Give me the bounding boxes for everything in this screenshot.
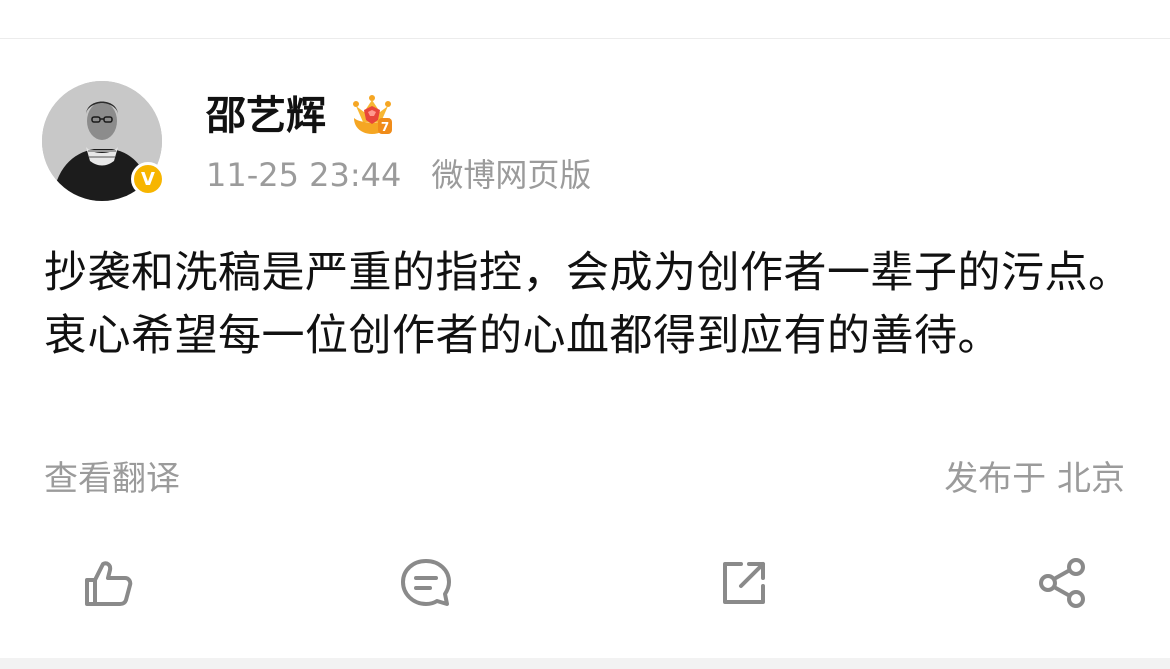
thumbs-up-icon (85, 561, 133, 606)
author-name[interactable]: 邵艺辉 (206, 92, 326, 140)
comment-bubble-icon (401, 559, 451, 606)
translate-link[interactable]: 查看翻译 (44, 457, 180, 501)
share-nodes-icon (1039, 558, 1085, 608)
like-button[interactable] (80, 555, 136, 611)
external-link-icon (723, 562, 765, 604)
comment-button[interactable] (398, 555, 454, 611)
share-button[interactable] (1034, 555, 1090, 611)
post-timestamp: 11-25 23:44 (206, 156, 402, 194)
bottom-separator (0, 658, 1170, 669)
verified-badge-icon: V (131, 162, 165, 196)
post-meta: 11-25 23:44 微博网页版 (206, 154, 591, 196)
post-source[interactable]: 微博网页版 (431, 156, 591, 194)
repost-button[interactable] (716, 555, 772, 611)
crown-level-icon[interactable]: 7 (350, 94, 394, 136)
top-divider (0, 0, 1170, 39)
post-location: 发布于 北京 (944, 459, 1125, 499)
post-text: 抄袭和洗稿是严重的指控，会成为创作者一辈子的污点。衷心希望每一位创作者的心血都得… (44, 248, 1132, 361)
vip-level-number: 7 (381, 120, 389, 134)
